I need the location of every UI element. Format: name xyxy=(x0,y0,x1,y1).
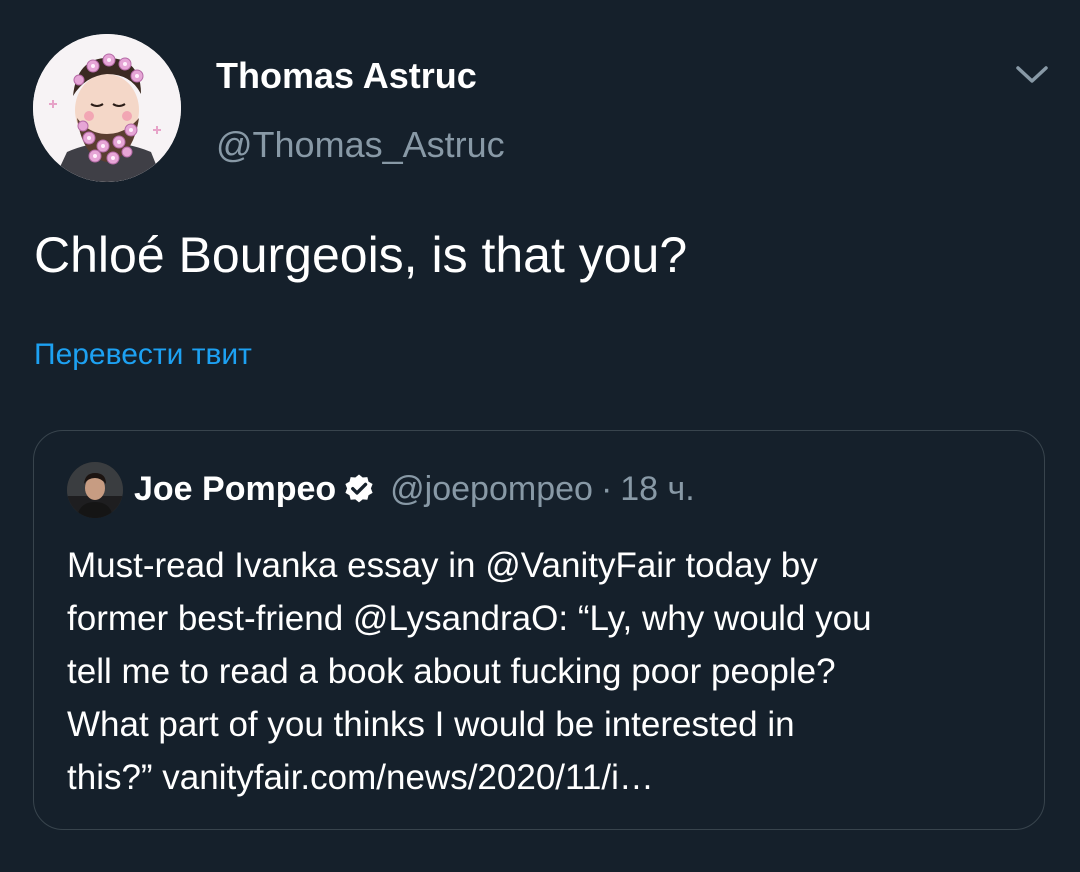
author-display-name[interactable]: Thomas Astruc xyxy=(216,55,477,97)
translate-tweet-link[interactable]: Перевести твит xyxy=(34,338,252,372)
verified-badge-icon xyxy=(345,474,373,503)
quoted-tweet-card[interactable]: Joe Pompeo @joepompeo · 18 ч. Must-read … xyxy=(33,430,1045,830)
quoted-tweet-header: Joe Pompeo @joepompeo · 18 ч. xyxy=(134,465,695,513)
quoted-tweet-text: Must-read Ivanka essay in @VanityFair to… xyxy=(67,539,1017,804)
avatar-photo xyxy=(67,462,123,518)
author-avatar[interactable] xyxy=(33,34,181,182)
quoted-author-avatar[interactable] xyxy=(67,462,123,518)
author-handle[interactable]: @Thomas_Astruc xyxy=(216,124,505,166)
quoted-tweet-text-line: Must-read Ivanka essay in @VanityFair to… xyxy=(67,546,818,585)
quoted-tweet-timestamp[interactable]: 18 ч. xyxy=(620,470,694,509)
quoted-tweet-text-line: former best-friend @LysandraO: “Ly, why … xyxy=(67,599,872,638)
quoted-tweet-text-line: tell me to read a book about fucking poo… xyxy=(67,652,836,691)
quoted-tweet-text-line: What part of you thinks I would be inter… xyxy=(67,705,795,744)
quoted-tweet-text-line: this?” vanityfair.com/news/2020/11/i… xyxy=(67,758,654,797)
quoted-author-display-name[interactable]: Joe Pompeo xyxy=(134,470,336,509)
avatar-illustration xyxy=(33,34,181,182)
separator-dot: · xyxy=(600,469,613,508)
chevron-down-icon[interactable] xyxy=(1012,58,1052,90)
quoted-author-handle[interactable]: @joepompeo xyxy=(390,470,593,509)
tweet-text: Chloé Bourgeois, is that you? xyxy=(34,227,688,283)
